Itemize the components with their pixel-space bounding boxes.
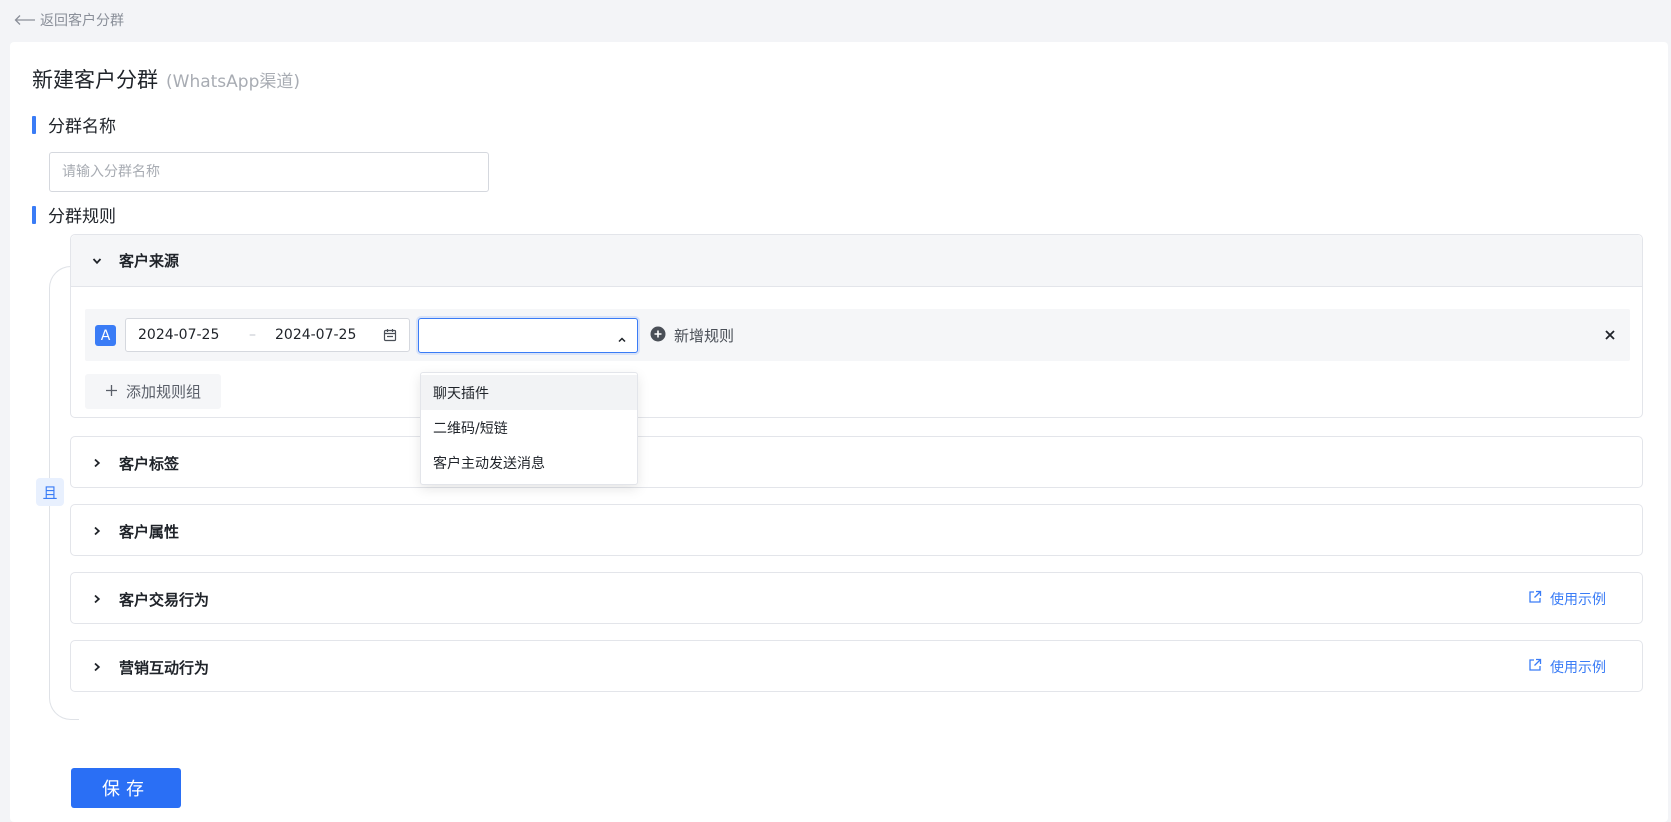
source-select[interactable] [418,318,638,353]
section-title-name: 分群名称 [32,112,116,137]
panel-title: 客户属性 [119,522,180,541]
panel-title: 客户交易行为 [119,590,210,609]
panel-customer-attributes: 客户属性 [70,504,1643,556]
example-link[interactable]: 使用示例 [1528,657,1606,677]
chevron-right-icon [91,593,109,605]
date-start[interactable]: 2024-07-25 [138,327,219,343]
calendar-icon[interactable] [383,328,397,346]
back-label: 返回客户分群 [40,13,124,29]
dropdown-option[interactable]: 聊天插件 [421,375,637,410]
save-button[interactable]: 保存 [71,768,181,808]
panel-customer-transactions: 客户交易行为 使用示例 [70,572,1643,624]
rule-tag: A [95,325,116,346]
page-title-text: 新建客户分群 [32,68,158,92]
external-link-icon [1528,590,1542,608]
panel-title: 客户来源 [119,252,180,270]
close-icon [1604,326,1616,345]
date-range-picker[interactable]: 2024-07-25 – 2024-07-25 [125,318,410,352]
panel-customer-source: 客户来源 A 2024-07-25 – 2024-07-25 新增规则 添加规则… [70,234,1643,418]
back-arrow-icon [14,14,36,26]
section-title-rules-text: 分群规则 [48,207,116,227]
chevron-right-icon [91,661,109,673]
plus-circle-icon [650,326,666,346]
dropdown-option[interactable]: 客户主动发送消息 [421,445,637,480]
remove-rule-button[interactable] [1604,326,1616,345]
section-marker [32,205,36,224]
page-title: 新建客户分群 (WhatsApp渠道) [32,64,300,94]
rule-row: A 2024-07-25 – 2024-07-25 新增规则 [85,309,1630,361]
back-link[interactable]: 返回客户分群 [14,10,124,30]
date-separator: – [249,327,256,343]
panel-customer-tags-header[interactable]: 客户标签 [71,437,1642,489]
chevron-up-icon [617,330,627,349]
main-card: 新建客户分群 (WhatsApp渠道) 分群名称 分群规则 且 客户来源 A 2… [10,42,1668,822]
example-link[interactable]: 使用示例 [1528,589,1606,609]
chevron-right-icon [91,457,109,469]
date-end[interactable]: 2024-07-25 [275,327,356,343]
add-rule-group-label: 添加规则组 [125,383,201,401]
section-title-rules: 分群规则 [32,202,116,227]
panel-customer-tags: 客户标签 [70,436,1643,488]
page-subtitle: (WhatsApp渠道) [166,72,300,92]
group-name-input[interactable] [49,152,489,192]
example-link-label: 使用示例 [1550,660,1606,676]
panel-title: 客户标签 [119,454,180,473]
panel-marketing-interactions: 营销互动行为 使用示例 [70,640,1643,692]
add-rule-button[interactable]: 新增规则 [650,325,734,346]
panel-customer-attributes-header[interactable]: 客户属性 [71,505,1642,557]
panel-customer-transactions-header[interactable]: 客户交易行为 使用示例 [71,573,1642,625]
panel-title: 营销互动行为 [119,658,210,677]
example-link-label: 使用示例 [1550,592,1606,608]
chevron-down-icon [91,255,109,267]
plus-icon [105,383,118,401]
add-rule-label: 新增规则 [674,327,735,345]
external-link-icon [1528,658,1542,676]
panel-marketing-interactions-header[interactable]: 营销互动行为 使用示例 [71,641,1642,693]
add-rule-group-button[interactable]: 添加规则组 [85,374,221,409]
section-title-name-text: 分群名称 [48,117,116,137]
logic-and-toggle[interactable]: 且 [36,478,64,506]
section-marker [32,115,36,134]
source-dropdown: 聊天插件 二维码/短链 客户主动发送消息 [420,372,638,485]
panel-customer-source-header[interactable]: 客户来源 [71,235,1642,287]
dropdown-option[interactable]: 二维码/短链 [421,410,637,445]
chevron-right-icon [91,525,109,537]
